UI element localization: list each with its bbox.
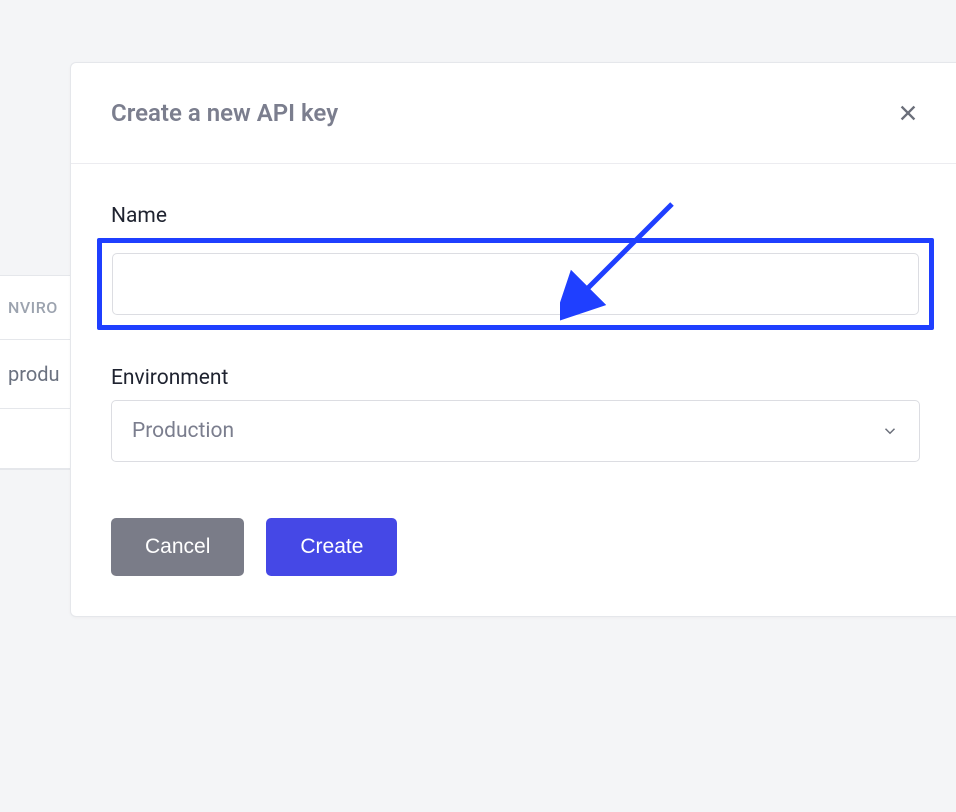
environment-select[interactable]: Production [111, 400, 920, 462]
bg-sidebar-empty [0, 409, 80, 469]
modal-body: Name Environment Production Cancel Creat… [71, 164, 956, 616]
modal-header: Create a new API key [71, 63, 956, 164]
modal-title: Create a new API key [111, 99, 338, 127]
name-input[interactable] [112, 253, 919, 315]
bg-sidebar-header: NVIRO [0, 276, 80, 340]
background-sidebar: NVIRO produ [0, 275, 80, 470]
bg-sidebar-item: produ [0, 340, 80, 409]
name-label: Name [111, 204, 920, 228]
environment-label: Environment [111, 366, 920, 390]
create-api-key-modal: Create a new API key Name Environment Pr… [70, 62, 956, 617]
environment-field-group: Environment Production [111, 366, 920, 462]
name-field-group: Name [111, 204, 920, 330]
cancel-button[interactable]: Cancel [111, 518, 244, 576]
close-icon[interactable] [896, 101, 920, 125]
button-row: Cancel Create [111, 518, 920, 576]
create-button[interactable]: Create [266, 518, 397, 576]
name-highlight-annotation [97, 238, 934, 330]
chevron-down-icon [881, 422, 899, 440]
environment-value: Production [132, 419, 234, 443]
